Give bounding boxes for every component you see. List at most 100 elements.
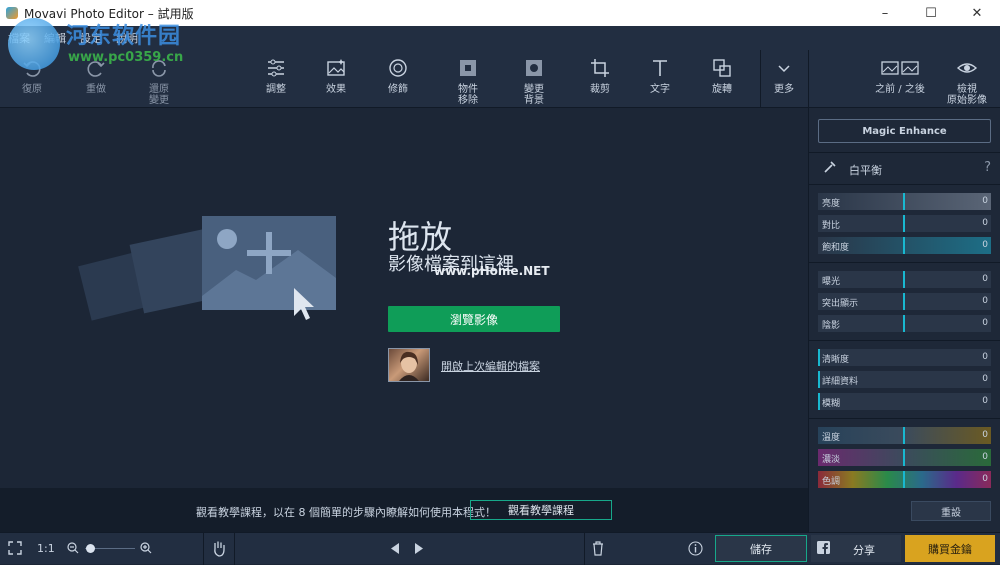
- adjust-button[interactable]: 調整: [248, 56, 304, 95]
- bottom-divider: [584, 533, 585, 565]
- previous-image-icon[interactable]: [390, 543, 400, 554]
- close-button[interactable]: ✕: [954, 0, 1000, 26]
- change-background-icon: [506, 56, 562, 80]
- redo-label: 重做: [86, 84, 106, 95]
- preview-original-button[interactable]: 檢視 原始影像: [939, 56, 995, 106]
- contrast-slider[interactable]: 對比 0: [818, 215, 991, 232]
- exposure-value: 0: [982, 274, 988, 284]
- redo-button[interactable]: 重做: [68, 56, 124, 95]
- last-file-thumbnail[interactable]: [388, 348, 430, 382]
- buy-key-button[interactable]: 購買金鑰: [905, 535, 995, 562]
- before-after-label: 之前 / 之後: [875, 84, 925, 95]
- zoom-in-icon[interactable]: [140, 542, 152, 554]
- trash-icon[interactable]: [592, 541, 604, 556]
- temperature-slider[interactable]: 溫度 0: [818, 427, 991, 444]
- white-balance-row[interactable]: 白平衡 ?: [809, 156, 1000, 180]
- more-label: 更多: [774, 84, 794, 95]
- clarity-mark: [818, 349, 820, 366]
- restore-changes-button[interactable]: 還原 變更: [131, 56, 187, 106]
- portrait-thumbnail-icon: [399, 351, 419, 381]
- retouch-icon: [370, 56, 426, 80]
- bottom-divider: [203, 533, 204, 565]
- exposure-label: 曝光: [822, 277, 841, 287]
- tutorial-message: 觀看教學課程，以在 8 個簡單的步驟內瞭解如何使用本程式！: [196, 506, 496, 519]
- zoom-slider-thumb[interactable]: [86, 544, 95, 553]
- preview-original-label-line2: 原始影像: [947, 95, 987, 106]
- tint-mark: [903, 449, 905, 466]
- rotate-button[interactable]: 旋轉: [694, 56, 750, 95]
- effects-button[interactable]: 效果: [308, 56, 364, 95]
- zoom-out-icon[interactable]: [67, 542, 79, 554]
- window-controls: – ☐ ✕: [862, 0, 1000, 26]
- blur-label: 模糊: [822, 399, 841, 409]
- tint-label: 濃淡: [822, 455, 841, 465]
- magic-enhance-button[interactable]: Magic Enhance: [818, 119, 991, 143]
- clarity-slider[interactable]: 清晰度 0: [818, 349, 991, 366]
- shadows-slider[interactable]: 陰影 0: [818, 315, 991, 332]
- highlights-mark: [903, 293, 905, 310]
- more-button[interactable]: 更多: [756, 56, 812, 95]
- undo-button[interactable]: 復原: [4, 56, 60, 95]
- browse-images-button[interactable]: 瀏覽影像: [388, 306, 560, 332]
- menu-edit[interactable]: 編輯: [44, 30, 66, 46]
- before-after-button[interactable]: 之前 / 之後: [865, 56, 935, 95]
- canvas-area[interactable]: 拖放 影像檔案到這裡 www.pHome.NET 瀏覽影像 開啟上次編輯的檔案: [0, 108, 808, 488]
- hand-pan-icon[interactable]: [211, 540, 227, 557]
- info-icon[interactable]: [688, 541, 703, 556]
- reset-button[interactable]: 重設: [911, 501, 991, 521]
- exposure-mark: [903, 271, 905, 288]
- window-title: Movavi Photo Editor – 試用版: [24, 6, 194, 21]
- maximize-button[interactable]: ☐: [908, 0, 954, 26]
- panel-divider: [809, 152, 1000, 153]
- zoom-1to1-button[interactable]: 1:1: [37, 542, 55, 555]
- saturation-label: 飽和度: [822, 243, 850, 253]
- contrast-mark: [903, 215, 905, 232]
- bottom-bar: 1:1 儲存 分享 購買金鑰: [0, 532, 1000, 565]
- share-button[interactable]: 分享: [811, 535, 901, 562]
- exposure-slider[interactable]: 曝光 0: [818, 271, 991, 288]
- minimize-button[interactable]: –: [862, 0, 908, 26]
- brightness-mark: [903, 193, 905, 210]
- brightness-slider[interactable]: 亮度 0: [818, 193, 991, 210]
- drop-images-illustration: [78, 216, 336, 321]
- saturation-value: 0: [982, 240, 988, 250]
- details-slider[interactable]: 詳細資料 0: [818, 371, 991, 388]
- window-titlebar: Movavi Photo Editor – 試用版 – ☐ ✕: [0, 0, 1000, 26]
- clarity-label: 清晰度: [822, 355, 850, 365]
- retouch-button[interactable]: 修飾: [370, 56, 426, 95]
- menu-file[interactable]: 檔案: [8, 30, 30, 46]
- text-button[interactable]: 文字: [632, 56, 688, 95]
- preview-original-label-line1: 檢視: [957, 84, 977, 95]
- blur-slider[interactable]: 模糊 0: [818, 393, 991, 410]
- redo-icon: [68, 56, 124, 80]
- menu-help[interactable]: 說明: [116, 30, 138, 46]
- help-icon[interactable]: ?: [984, 160, 991, 175]
- white-balance-label: 白平衡: [849, 164, 882, 177]
- saturation-slider[interactable]: 飽和度 0: [818, 237, 991, 254]
- object-removal-label-line1: 物件: [458, 84, 478, 95]
- highlights-slider[interactable]: 突出顯示 0: [818, 293, 991, 310]
- retouch-label: 修飾: [388, 84, 408, 95]
- crop-button[interactable]: 裁剪: [572, 56, 628, 95]
- highlights-label: 突出顯示: [822, 299, 859, 309]
- shadows-mark: [903, 315, 905, 332]
- change-background-label-line1: 變更: [524, 84, 544, 95]
- object-removal-button[interactable]: 物件 移除: [440, 56, 496, 106]
- bottom-divider: [234, 533, 235, 565]
- menu-settings[interactable]: 設定: [80, 30, 102, 46]
- next-image-icon[interactable]: [414, 543, 424, 554]
- facebook-icon: [817, 541, 830, 554]
- hue-slider[interactable]: 色調 0: [818, 471, 991, 488]
- eye-icon: [939, 56, 995, 80]
- tint-slider[interactable]: 濃淡 0: [818, 449, 991, 466]
- restore-icon: [131, 56, 187, 80]
- watch-tutorial-button[interactable]: 觀看教學課程: [470, 500, 612, 520]
- restore-label-line2: 變更: [149, 95, 169, 106]
- saturation-mark: [903, 237, 905, 254]
- view-toolbar: 之前 / 之後 檢視 原始影像: [808, 50, 1000, 108]
- fit-screen-icon[interactable]: [8, 541, 22, 555]
- open-last-edited-link[interactable]: 開啟上次編輯的檔案: [441, 358, 540, 374]
- menu-bar: 檔案 編輯 設定 說明: [0, 26, 1000, 50]
- change-background-button[interactable]: 變更 背景: [506, 56, 562, 106]
- save-button[interactable]: 儲存: [715, 535, 807, 562]
